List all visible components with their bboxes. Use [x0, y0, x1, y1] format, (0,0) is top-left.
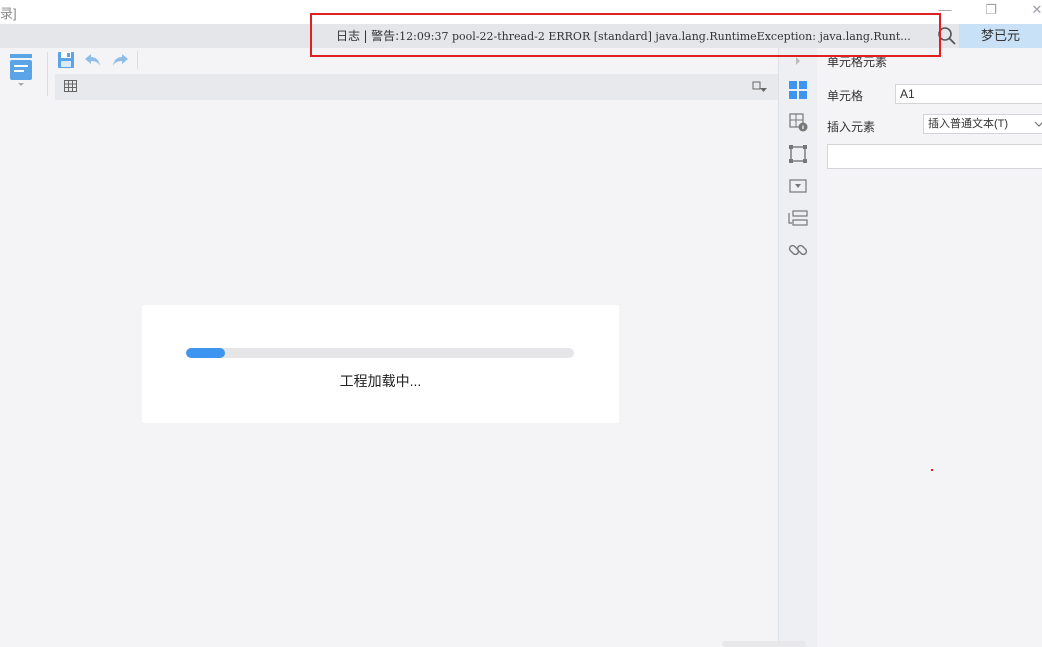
loading-dialog: 工程加载中... — [142, 305, 619, 423]
window-title: 录] — [0, 6, 17, 21]
widget-icon — [789, 179, 807, 193]
insert-element-label: 插入元素 — [827, 120, 876, 134]
cell-label: 单元格 — [827, 89, 864, 103]
insert-element-value: 插入普通文本(T) — [928, 118, 1009, 130]
cell-attribute-icon — [789, 113, 808, 132]
widget-tab[interactable] — [787, 175, 809, 197]
loading-message: 工程加载中... — [339, 373, 422, 389]
user-account-button[interactable]: 梦已元 — [959, 24, 1042, 48]
hyperlink-tab[interactable] — [787, 239, 809, 261]
log-message-line: 日志 | 警告:12:09:37 pool-22-thread-2 ERROR … — [336, 27, 936, 44]
log-label[interactable]: 日志 — [336, 29, 360, 43]
grid-icon — [64, 80, 77, 92]
condition-icon — [788, 210, 808, 226]
warning-label: 警告: — [371, 29, 400, 43]
progress-bar — [186, 348, 574, 358]
float-element-tab[interactable] — [787, 143, 809, 165]
progress-fill — [186, 348, 225, 358]
log-separator: | — [363, 29, 368, 43]
float-element-icon — [789, 145, 807, 163]
filter-icon — [752, 81, 767, 92]
property-icon-strip — [778, 48, 817, 647]
arrow-right-icon — [796, 57, 800, 65]
save-icon — [58, 52, 74, 68]
log-bar[interactable]: 日志 | 警告:12:09:37 pool-22-thread-2 ERROR … — [310, 13, 941, 57]
cell-element-icon — [789, 81, 807, 99]
chevron-down-icon[interactable] — [1034, 115, 1042, 139]
marker-dot — [931, 469, 933, 471]
undo-button[interactable] — [83, 50, 103, 70]
hyperlink-icon — [788, 244, 808, 256]
redo-button[interactable] — [110, 50, 130, 70]
toolbar-separator — [137, 51, 138, 69]
cell-attribute-tab[interactable] — [787, 111, 809, 133]
cell-content-editor[interactable] — [827, 144, 1042, 169]
condition-tab[interactable] — [787, 207, 809, 229]
close-button[interactable]: ✕ — [1022, 1, 1042, 21]
redo-icon — [113, 54, 128, 66]
insert-element-select[interactable]: 插入普通文本(T) — [923, 114, 1042, 134]
maximize-button[interactable]: ❐ — [976, 1, 1006, 21]
save-button[interactable] — [56, 50, 76, 70]
log-message[interactable]: 12:09:37 pool-22-thread-2 ERROR [standar… — [399, 30, 911, 43]
scroll-shadow — [722, 641, 806, 647]
cell-element-tab[interactable] — [787, 79, 809, 101]
cell-formula-bar — [55, 74, 778, 100]
undo-icon — [85, 54, 100, 66]
grid-button[interactable] — [63, 78, 81, 96]
properties-panel: 单元格元素 单元格 A1 插入元素 插入普通文本(T) — [817, 48, 1042, 647]
filter-dropdown-button[interactable] — [752, 79, 768, 95]
cell-field[interactable]: A1 — [895, 84, 1042, 104]
